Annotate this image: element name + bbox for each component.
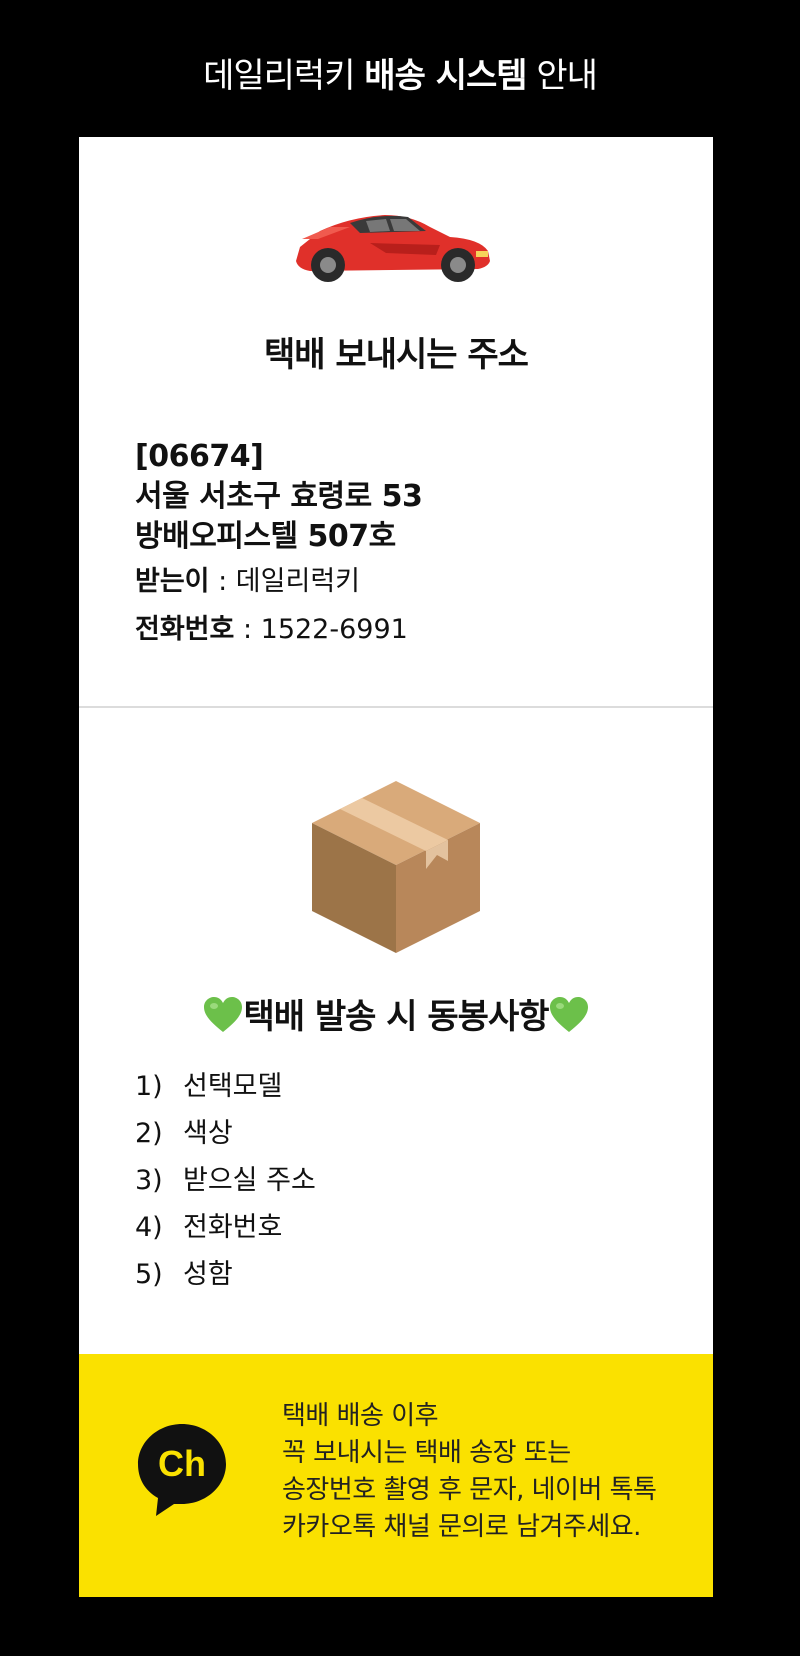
recipient-label: 받는이 [135, 566, 210, 597]
address-section-title: 택배 보내시는 주소 [264, 335, 529, 375]
list-item: 5) 성함 [135, 1251, 316, 1298]
list-item: 4) 전화번호 [135, 1204, 316, 1251]
notice-banner: Ch 택배 배송 이후 꼭 보내시는 택배 송장 또는 송장번호 촬영 후 문자… [79, 1354, 713, 1597]
green-heart-icon [549, 997, 588, 1032]
notice-line: 카카오톡 채널 문의로 남겨주세요. [282, 1512, 641, 1542]
list-item-text: 받으실 주소 [183, 1165, 316, 1196]
phone-line: 전화번호 : 1522-6991 [135, 607, 422, 653]
list-item: 3) 받으실 주소 [135, 1157, 316, 1204]
title-bold: 배송 시스템 [364, 56, 527, 96]
postal-code: [06674] [135, 439, 264, 474]
list-item-number: 5) [135, 1259, 163, 1290]
list-item: 1) 선택모델 [135, 1063, 316, 1110]
list-item-text: 색상 [183, 1118, 233, 1149]
enclosure-list: 1) 선택모델 2) 색상 3) 받으실 주소 4) 전화번호 5) 성함 [135, 1063, 316, 1298]
kakao-channel-label: Ch [158, 1443, 206, 1484]
green-heart-icon [204, 997, 243, 1032]
notice-line: 송장번호 촬영 후 문자, 네이버 톡톡 [282, 1475, 657, 1505]
list-item-number: 1) [135, 1071, 163, 1102]
cardboard-box-icon [312, 781, 480, 953]
notice-text: 택배 배송 이후 꼭 보내시는 택배 송장 또는 송장번호 촬영 후 문자, 네… [282, 1398, 657, 1546]
phone-value: : 1522-6991 [234, 614, 408, 645]
enclosure-section-title: 택배 발송 시 동봉사항 [79, 989, 713, 1038]
list-item-text: 선택모델 [183, 1071, 283, 1102]
notice-line: 꼭 보내시는 택배 송장 또는 [282, 1438, 571, 1468]
list-item-number: 2) [135, 1118, 163, 1149]
list-item-text: 성함 [183, 1259, 233, 1290]
list-item: 2) 색상 [135, 1110, 316, 1157]
address-block: [06674] 서울 서초구 효령로 53 방배오피스텔 507호 받는이 : … [135, 437, 423, 653]
phone-label: 전화번호 [135, 614, 235, 645]
list-item-text: 전화번호 [183, 1212, 283, 1243]
recipient-value: : 데일리럭키 [209, 566, 360, 597]
address-section: 택배 보내시는 주소 [06674] 서울 서초구 효령로 53 방배오피스텔 … [79, 137, 713, 707]
recipient-line: 받는이 : 데일리럭키 [135, 559, 422, 605]
list-item-number: 3) [135, 1165, 163, 1196]
title-prefix: 데일리럭키 [203, 56, 365, 96]
title-suffix: 안내 [526, 56, 598, 96]
enclosure-title-text: 택배 발송 시 동봉사항 [243, 997, 549, 1037]
list-item-number: 4) [135, 1212, 163, 1243]
red-car-icon [296, 215, 490, 282]
notice-line: 택배 배송 이후 [282, 1401, 439, 1431]
address-line-1: 서울 서초구 효령로 53 [135, 479, 423, 514]
page-title: 데일리럭키 배송 시스템 안내 [0, 48, 800, 97]
address-line-2: 방배오피스텔 507호 [135, 519, 396, 554]
guide-card: 택배 보내시는 주소 [06674] 서울 서초구 효령로 53 방배오피스텔 … [79, 137, 713, 1597]
kakao-channel-icon[interactable]: Ch [134, 1420, 230, 1516]
section-divider [79, 706, 713, 708]
